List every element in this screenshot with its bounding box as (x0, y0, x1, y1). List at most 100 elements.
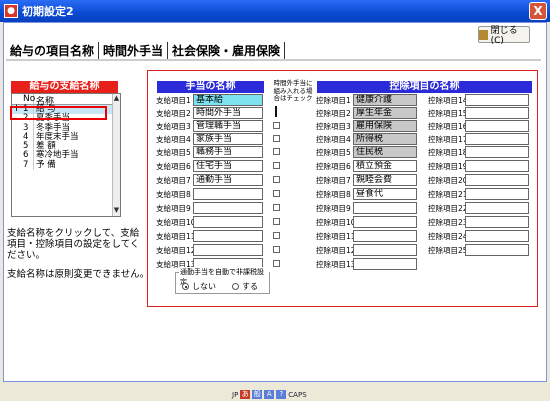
ime-help-icon[interactable]: ? (276, 390, 287, 399)
deduction-field: 住民税 (353, 146, 417, 158)
allowance-field[interactable] (193, 230, 263, 242)
deduction-field[interactable] (465, 133, 529, 145)
scroll-down-icon[interactable]: ▼ (113, 206, 120, 214)
deduction-row: 控除項目16 (428, 120, 529, 132)
list-item[interactable]: 4 年度末手当 (12, 132, 120, 143)
overtime-checkbox[interactable] (273, 162, 280, 169)
deduction-row: 控除項目21 (428, 188, 529, 200)
allowance-field[interactable]: 職務手当 (193, 146, 263, 158)
list-item[interactable]: 6 寒冷地手当 (12, 151, 120, 161)
deduction-field[interactable]: 積立預金 (353, 160, 417, 172)
door-icon (479, 29, 488, 40)
deduction-field[interactable] (353, 216, 417, 228)
deduction-field[interactable] (353, 202, 417, 214)
deduction-header: 控除項目の名称 (317, 81, 532, 93)
tab-overtime[interactable]: 時間外手当 (99, 42, 169, 59)
ime-pad-icon[interactable]: A (264, 390, 275, 399)
tab-pay-item-names[interactable]: 給与の項目名称 (10, 42, 100, 59)
tab-social-insurance[interactable]: 社会保険・雇用保険 (168, 42, 286, 59)
deduction-field[interactable] (465, 94, 529, 106)
pay-list-scrollbar[interactable]: ▲ ▼ (112, 94, 120, 216)
radio-no[interactable]: しない (182, 281, 216, 292)
allowance-field[interactable]: 住宅手当 (193, 160, 263, 172)
allowance-row: 支給項目4 家族手当 (156, 133, 263, 145)
deduction-row: 控除項目17 (428, 133, 529, 145)
overtime-checkbox[interactable] (273, 246, 280, 253)
deduction-field[interactable] (465, 244, 529, 256)
deduction-row: 控除項目2 厚生年金 (316, 107, 417, 119)
overtime-checkbox[interactable] (273, 204, 280, 211)
allowance-row: 支給項目7 通勤手当 (156, 174, 263, 186)
overtime-check-note: 時間外手当に組み入れる場合はチェック (273, 79, 313, 102)
deduction-field: 所得税 (353, 133, 417, 145)
ime-conversion-icon[interactable]: 般 (252, 390, 263, 399)
radio-on-icon (182, 283, 189, 290)
overtime-checkbox[interactable] (273, 190, 280, 197)
allowance-field[interactable]: 通勤手当 (193, 174, 263, 186)
deduction-field[interactable]: 親睦会費 (353, 174, 417, 186)
overtime-checkbox[interactable] (273, 122, 280, 129)
overtime-checkbox[interactable] (273, 260, 280, 267)
allowance-field[interactable]: 時間外手当 (193, 107, 263, 119)
ime-caps: CAPS (288, 390, 307, 399)
tab-bar: 給与の項目名称 時間外手当 社会保険・雇用保険 (10, 42, 286, 59)
ime-mode-icon[interactable]: あ (240, 390, 251, 399)
allowance-row: 支給項目11 (156, 230, 263, 242)
deduction-row: 控除項目11 (316, 230, 417, 242)
deduction-field[interactable] (465, 230, 529, 242)
col-name: 名称 (36, 97, 55, 107)
allowance-field[interactable]: 基本給 (193, 94, 263, 106)
allowance-row: 支給項目12 (156, 244, 263, 256)
language-bar: JP あ 般 A ? CAPS (232, 389, 347, 400)
allowance-row: 支給項目10 (156, 216, 263, 228)
deduction-row: 控除項目6 積立預金 (316, 160, 417, 172)
deduction-field[interactable] (465, 160, 529, 172)
deduction-field: 雇用保険 (353, 120, 417, 132)
allowance-field[interactable]: 家族手当 (193, 133, 263, 145)
allowance-header: 手当の名称 (157, 81, 264, 93)
allowance-field[interactable] (193, 202, 263, 214)
deduction-field: 厚生年金 (353, 107, 417, 119)
deduction-row: 控除項目23 (428, 216, 529, 228)
deduction-field[interactable]: 昼食代 (353, 188, 417, 200)
allowance-field[interactable] (193, 216, 263, 228)
deduction-row: 控除項目1 健康介護 (316, 94, 417, 106)
allowance-row: 支給項目6 住宅手当 (156, 160, 263, 172)
overtime-checkbox[interactable] (273, 176, 280, 183)
allowance-row: 支給項目5 職務手当 (156, 146, 263, 158)
deduction-field[interactable] (465, 146, 529, 158)
overtime-checkbox[interactable] (273, 218, 280, 225)
deduction-row: 控除項目8 昼食代 (316, 188, 417, 200)
allowance-field[interactable]: 管理職手当 (193, 120, 263, 132)
deduction-field[interactable] (465, 120, 529, 132)
deduction-row: 控除項目19 (428, 160, 529, 172)
deduction-row: 控除項目10 (316, 216, 417, 228)
overtime-checkbox[interactable] (273, 135, 280, 142)
allowance-field[interactable] (193, 244, 263, 256)
scroll-up-icon[interactable]: ▲ (113, 94, 120, 102)
allowance-field[interactable] (193, 188, 263, 200)
deduction-field[interactable] (465, 188, 529, 200)
deduction-field[interactable] (353, 258, 417, 270)
col-no: No (23, 94, 36, 104)
radio-yes[interactable]: する (232, 281, 258, 292)
deduction-field[interactable] (465, 202, 529, 214)
title-bar: ● 初期設定2 X (0, 0, 550, 22)
close-dialog-button[interactable]: 閉じる(C) (478, 26, 530, 46)
deduction-row: 控除項目3 雇用保険 (316, 120, 417, 132)
overtime-checkbox[interactable] (273, 232, 280, 239)
deduction-row: 控除項目22 (428, 202, 529, 214)
deduction-field[interactable] (465, 174, 529, 186)
allowance-row: 支給項目2 時間外手当 (156, 107, 263, 119)
deduction-field[interactable] (465, 216, 529, 228)
deduction-field[interactable] (353, 230, 417, 242)
ime-jp[interactable]: JP (232, 391, 238, 399)
overtime-checkbox[interactable] (275, 106, 277, 117)
list-item[interactable]: 7予 備 (12, 160, 120, 171)
deduction-field[interactable] (465, 107, 529, 119)
overtime-checkbox[interactable] (273, 148, 280, 155)
pay-list-header: 給与の支給名称 (11, 81, 118, 93)
deduction-field[interactable] (353, 244, 417, 256)
deduction-row: 控除項目15 (428, 107, 529, 119)
window-close-button[interactable]: X (529, 2, 547, 20)
